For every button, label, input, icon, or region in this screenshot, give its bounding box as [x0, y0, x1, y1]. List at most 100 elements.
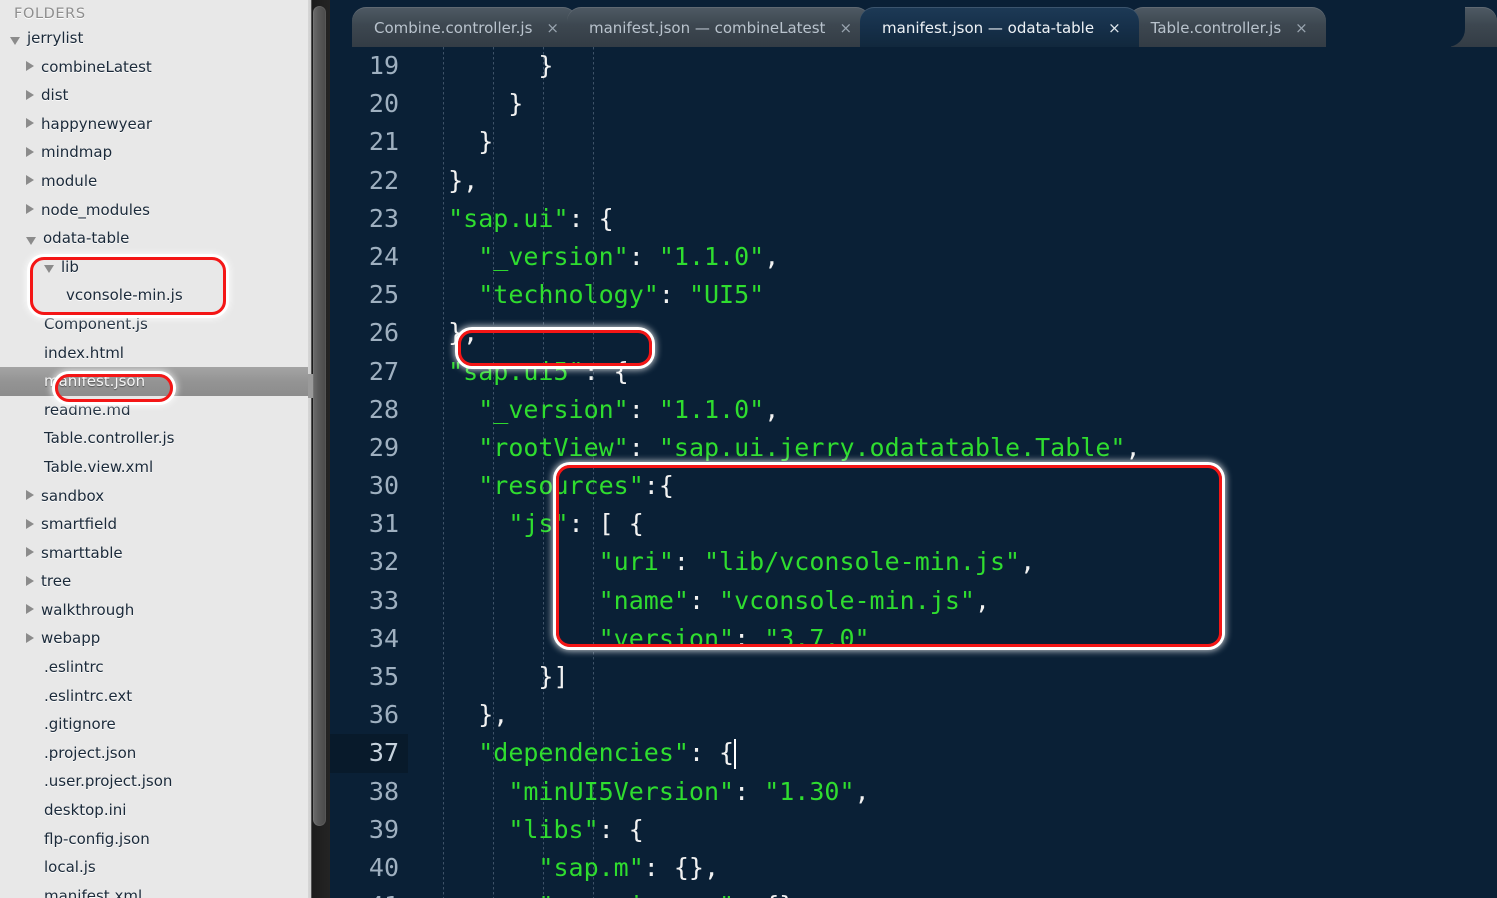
code-line[interactable]: 19 }: [330, 47, 1497, 85]
chevron-right-icon[interactable]: [26, 61, 34, 72]
editor-tab-table-controller-js[interactable]: Table.controller.js ×: [1128, 7, 1326, 47]
tree-item-smarttable[interactable]: smarttable: [0, 539, 330, 568]
tree-item-eslintrc-ext[interactable]: .eslintrc.ext: [0, 682, 330, 711]
folders-header: FOLDERS: [14, 6, 86, 22]
line-number: 33: [368, 585, 399, 615]
chevron-right-icon[interactable]: [26, 518, 34, 529]
tree-item-mindmap[interactable]: mindmap: [0, 138, 330, 167]
code-line[interactable]: 34 "version": "3.7.0": [330, 620, 1497, 658]
code-line[interactable]: 21 }: [330, 123, 1497, 161]
tree-item-combinelatest[interactable]: combineLatest: [0, 53, 330, 82]
tree-item-node-modules[interactable]: node_modules: [0, 196, 330, 225]
tree-item-manifest-json[interactable]: manifest.json: [0, 367, 330, 396]
code-line[interactable]: 30 "resources":{: [330, 467, 1497, 505]
tree-item-label: smarttable: [41, 543, 123, 562]
line-number: 34: [368, 623, 399, 653]
code-punctuation-token: :: [673, 547, 704, 577]
chevron-right-icon[interactable]: [26, 175, 34, 186]
tree-item-dist[interactable]: dist: [0, 81, 330, 110]
tree-item-walkthrough[interactable]: walkthrough: [0, 596, 330, 625]
code-line[interactable]: 33 "name": "vconsole-min.js",: [330, 582, 1497, 620]
code-line[interactable]: 32 "uri": "lib/vconsole-min.js",: [330, 543, 1497, 581]
code-line[interactable]: 29 "rootView": "sap.ui.jerry.odatatable.…: [330, 429, 1497, 467]
code-line[interactable]: 41 "sap.ui.comp": {}: [330, 887, 1497, 898]
tree-item-jerrylist[interactable]: jerrylist: [0, 24, 330, 53]
tree-item-odata-table[interactable]: odata-table: [0, 224, 330, 253]
tree-item-vconsole-min-js[interactable]: vconsole-min.js: [0, 281, 330, 310]
code-string-token: "UI5": [688, 280, 765, 310]
chevron-down-icon[interactable]: [44, 265, 54, 274]
tree-item-happynewyear[interactable]: happynewyear: [0, 110, 330, 139]
tree-item-webapp[interactable]: webapp: [0, 624, 330, 653]
editor-tab-manifest-json-combinelatest[interactable]: manifest.json — combineLatest ×: [566, 7, 871, 47]
tree-item-readme-md[interactable]: readme.md: [0, 396, 330, 425]
editor-tab-combine-controller-js[interactable]: Combine.controller.js ×: [352, 7, 577, 47]
code-string-token: "js": [508, 509, 569, 539]
tree-item-label: .gitignore: [44, 715, 116, 734]
tree-item-local-js[interactable]: local.js: [0, 853, 330, 882]
tree-item-smartfield[interactable]: smartfield: [0, 510, 330, 539]
code-editor[interactable]: 19 } 20 } 21 } 22 }, 23 "sap.ui": {24 "_vers…: [330, 47, 1497, 898]
tree-item-desktop-ini[interactable]: desktop.ini: [0, 796, 330, 825]
code-line[interactable]: 39 "libs": {: [330, 811, 1497, 849]
code-line[interactable]: 27 "sap.ui5": {: [330, 353, 1497, 391]
tree-item-gitignore[interactable]: .gitignore: [0, 710, 330, 739]
tree-item-table-view-xml[interactable]: Table.view.xml: [0, 453, 330, 482]
chevron-down-icon[interactable]: [10, 36, 20, 45]
editor-tab-manifest-json-odata-table[interactable]: manifest.json — odata-table ×: [860, 7, 1139, 47]
tab-close-icon[interactable]: ×: [839, 7, 852, 47]
tab-close-icon[interactable]: ×: [1295, 7, 1308, 47]
code-line[interactable]: 28 "_version": "1.1.0",: [330, 391, 1497, 429]
code-line[interactable]: 24 "_version": "1.1.0",: [330, 238, 1497, 276]
tree-item-sandbox[interactable]: sandbox: [0, 482, 330, 511]
chevron-right-icon[interactable]: [26, 575, 34, 586]
code-string-token: "technology": [478, 280, 659, 310]
chevron-right-icon[interactable]: [26, 547, 34, 558]
tab-close-icon[interactable]: ×: [546, 7, 559, 47]
tab-overflow-stub[interactable]: [1437, 7, 1497, 47]
code-line[interactable]: 20 }: [330, 85, 1497, 123]
chevron-right-icon[interactable]: [26, 204, 34, 215]
code-line[interactable]: 40 "sap.m": {},: [330, 849, 1497, 887]
line-number: 26: [368, 318, 399, 348]
chevron-right-icon[interactable]: [26, 89, 34, 100]
sidebar-scrollbar-thumb[interactable]: [313, 6, 326, 826]
code-line[interactable]: 38 "minUI5Version": "1.30",: [330, 773, 1497, 811]
chevron-right-icon[interactable]: [26, 632, 34, 643]
code-line[interactable]: 22 },: [330, 162, 1497, 200]
tree-item-label: smartfield: [41, 515, 118, 534]
chevron-right-icon[interactable]: [26, 490, 34, 500]
code-string-token: "sap.ui5": [448, 356, 584, 386]
code-punctuation-token: : {: [598, 814, 644, 844]
code-line-text: "resources":{: [418, 467, 674, 505]
code-line[interactable]: 26 },: [330, 314, 1497, 352]
tree-item-index-html[interactable]: index.html: [0, 339, 330, 368]
tree-item-table-controller-js[interactable]: Table.controller.js: [0, 424, 330, 453]
tree-item-module[interactable]: module: [0, 167, 330, 196]
tree-item-label: node_modules: [41, 200, 150, 219]
tree-item-manifest-xml[interactable]: manifest.xml: [0, 882, 330, 898]
tree-item-component-js[interactable]: Component.js: [0, 310, 330, 339]
code-line[interactable]: 23 "sap.ui": {: [330, 200, 1497, 238]
tab-close-icon[interactable]: ×: [1108, 7, 1121, 47]
chevron-right-icon[interactable]: [26, 146, 34, 157]
chevron-right-icon[interactable]: [26, 118, 34, 129]
code-line[interactable]: 36 },: [330, 696, 1497, 734]
tree-item-lib[interactable]: lib: [0, 253, 330, 282]
code-punctuation-token: [418, 853, 538, 882]
code-punctuation-token: :: [734, 776, 765, 806]
code-line[interactable]: 37 "dependencies": {: [330, 734, 1497, 773]
tree-item-flp-config-json[interactable]: flp-config.json: [0, 825, 330, 854]
tree-item-project-json[interactable]: .project.json: [0, 739, 330, 768]
code-line[interactable]: 35 }]: [330, 658, 1497, 696]
tree-item-tree[interactable]: tree: [0, 567, 330, 596]
line-number: 20: [368, 89, 399, 119]
tree-item-user-project-json[interactable]: .user.project.json: [0, 767, 330, 796]
chevron-right-icon[interactable]: [26, 604, 34, 615]
code-line[interactable]: 31 "js": [ {: [330, 505, 1497, 543]
chevron-down-icon[interactable]: [26, 236, 36, 245]
code-line[interactable]: 25 "technology": "UI5": [330, 276, 1497, 314]
tree-item-label: odata-table: [43, 229, 130, 248]
tree-item-eslintrc[interactable]: .eslintrc: [0, 653, 330, 682]
sidebar-scrollbar-track[interactable]: [308, 0, 330, 898]
